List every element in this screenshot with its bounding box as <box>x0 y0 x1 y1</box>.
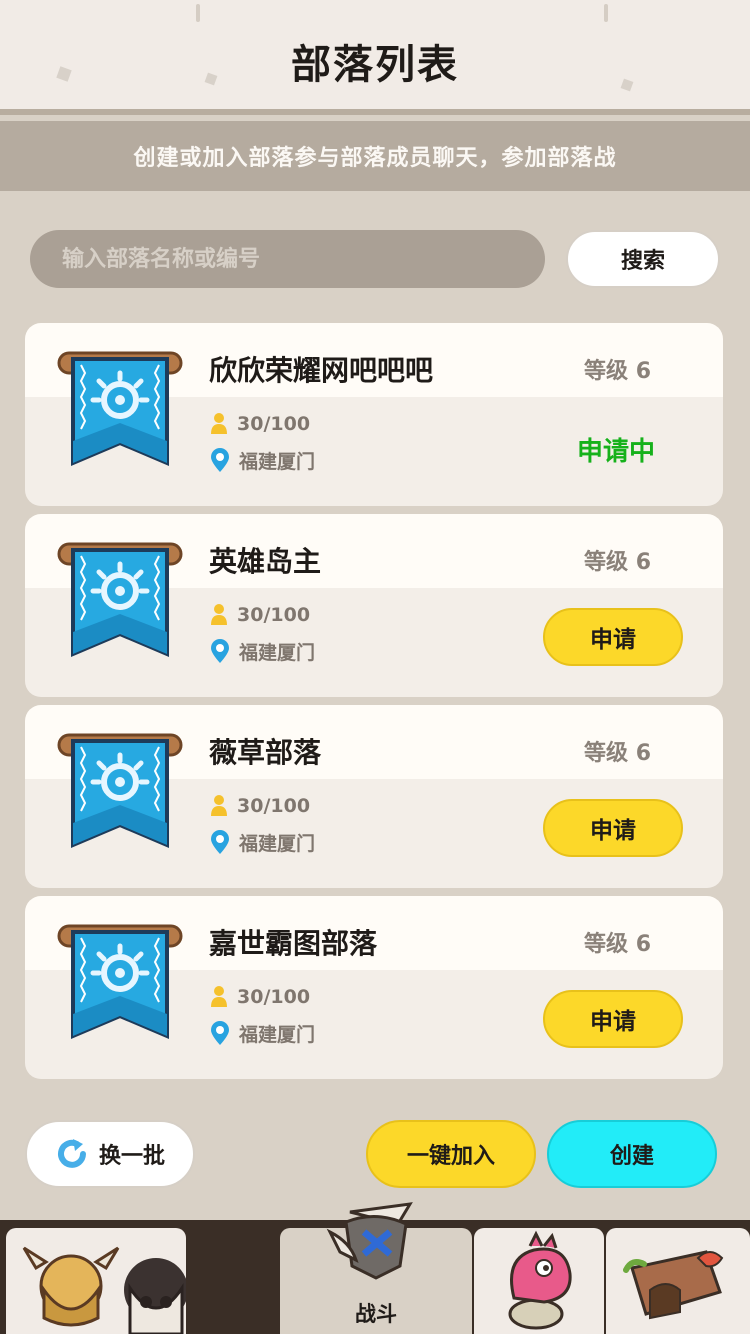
subtitle-text: 创建或加入部落参与部落成员聊天，参加部落战 <box>133 146 617 171</box>
tribe-card[interactable]: 欣欣荣耀网吧吧吧 等级 6 30/100 福建厦门 申请中 <box>25 323 723 506</box>
location-pin-icon <box>211 830 229 854</box>
battle-sword-icon <box>326 1202 413 1280</box>
tribe-members: 30/100 <box>209 793 310 819</box>
refresh-button[interactable]: 换一批 <box>25 1120 195 1188</box>
person-icon <box>211 986 227 1007</box>
subtitle-bar: 创建或加入部落参与部落成员聊天，参加部落战 <box>0 121 750 191</box>
nav-item-shop[interactable] <box>606 1228 750 1334</box>
pink-monster-icon <box>508 1230 572 1330</box>
tribe-members: 30/100 <box>209 602 310 628</box>
tribe-banner-icon <box>57 733 183 849</box>
tribe-card[interactable]: 嘉世霸图部落 等级 6 30/100 福建厦门 申请 <box>25 896 723 1079</box>
nav-item-battle[interactable]: 战斗 <box>280 1202 472 1334</box>
quick-join-button[interactable]: 一键加入 <box>366 1120 536 1188</box>
tribe-banner-icon <box>57 542 183 658</box>
location-pin-icon <box>211 1021 229 1045</box>
create-button[interactable]: 创建 <box>547 1120 717 1188</box>
person-icon <box>211 795 227 816</box>
tribe-name: 欣欣荣耀网吧吧吧 <box>209 354 434 387</box>
refresh-icon <box>58 1139 86 1168</box>
nav-item-viking[interactable] <box>6 1228 188 1334</box>
bottom-nav: 战斗 <box>0 1202 750 1334</box>
location-text: 福建厦门 <box>239 832 316 855</box>
header-panel: 部落列表 <box>0 0 750 115</box>
page-title: 部落列表 <box>291 42 459 88</box>
person-icon <box>211 413 227 434</box>
tribe-location: 福建厦门 <box>209 829 315 855</box>
apply-button[interactable]: 申请 <box>543 990 683 1048</box>
member-count: 30/100 <box>237 604 311 626</box>
tribe-level: 等级 6 <box>584 550 651 575</box>
apply-button[interactable]: 申请 <box>543 799 683 857</box>
search-button[interactable]: 搜索 <box>566 230 720 288</box>
location-pin-icon <box>211 448 229 472</box>
tribe-location: 福建厦门 <box>209 447 315 473</box>
tribe-name: 嘉世霸图部落 <box>209 927 378 960</box>
refresh-label: 换一批 <box>98 1144 165 1169</box>
tribe-banner-icon <box>57 351 183 467</box>
member-count: 30/100 <box>237 795 311 817</box>
nav-label-battle: 战斗 <box>355 1302 397 1326</box>
tribe-location: 福建厦门 <box>209 638 315 664</box>
search-input[interactable] <box>30 230 545 288</box>
location-text: 福建厦门 <box>239 1023 316 1046</box>
member-count: 30/100 <box>237 413 311 435</box>
person-icon <box>211 604 227 625</box>
viking-character-icon <box>22 1246 188 1334</box>
tribe-card[interactable]: 英雄岛主 等级 6 30/100 福建厦门 申请 <box>25 514 723 697</box>
tribe-name: 英雄岛主 <box>209 545 322 578</box>
tribe-location: 福建厦门 <box>209 1020 315 1046</box>
nav-item-skull-warrior[interactable] <box>188 1228 278 1334</box>
tribe-banner-icon <box>57 924 183 1040</box>
tribe-level: 等级 6 <box>584 932 651 957</box>
nav-item-monster[interactable] <box>474 1228 604 1334</box>
pending-status: 申请中 <box>576 437 655 467</box>
tribe-name: 薇草部落 <box>209 736 322 769</box>
location-text: 福建厦门 <box>239 641 316 664</box>
tribe-members: 30/100 <box>209 984 310 1010</box>
location-pin-icon <box>211 639 229 663</box>
tribe-level: 等级 6 <box>584 741 651 766</box>
tribe-card[interactable]: 薇草部落 等级 6 30/100 福建厦门 申请 <box>25 705 723 888</box>
apply-button[interactable]: 申请 <box>543 608 683 666</box>
tribe-members: 30/100 <box>209 411 310 437</box>
location-text: 福建厦门 <box>239 450 316 473</box>
tribe-level: 等级 6 <box>584 359 651 384</box>
shop-hut-icon <box>623 1250 724 1320</box>
member-count: 30/100 <box>237 986 311 1008</box>
